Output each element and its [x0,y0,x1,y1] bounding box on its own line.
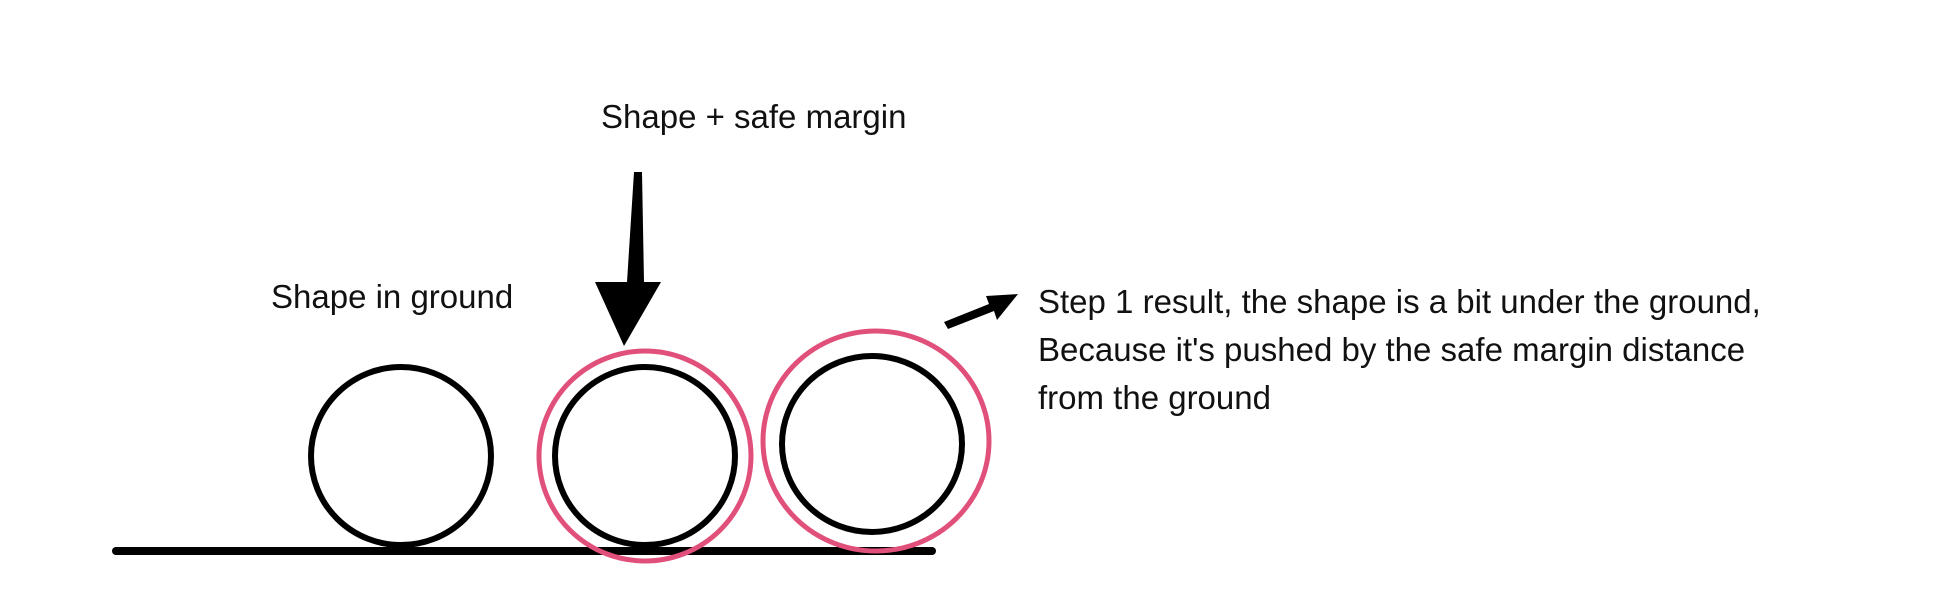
arrow-right-icon [944,294,1018,329]
arrow-down-icon [595,172,661,346]
shape-plus-margin-label: Shape + safe margin [601,98,906,135]
result-shape-circle [779,353,965,535]
result-safe-margin-circle [760,328,992,554]
result-text-line-2: Because it's pushed by the safe margin d… [1038,331,1745,368]
result-text-line-1: Step 1 result, the shape is a bit under … [1038,283,1761,320]
shape-in-ground-label: Shape in ground [271,278,513,315]
safe-margin-circle [536,348,754,564]
shape-with-margin-circle [552,364,738,548]
result-text-line-3: from the ground [1038,379,1271,416]
shape-in-ground-circle [308,364,494,548]
safe-margin-diagram: Shape in ground Shape + safe margin Step… [112,98,1761,564]
